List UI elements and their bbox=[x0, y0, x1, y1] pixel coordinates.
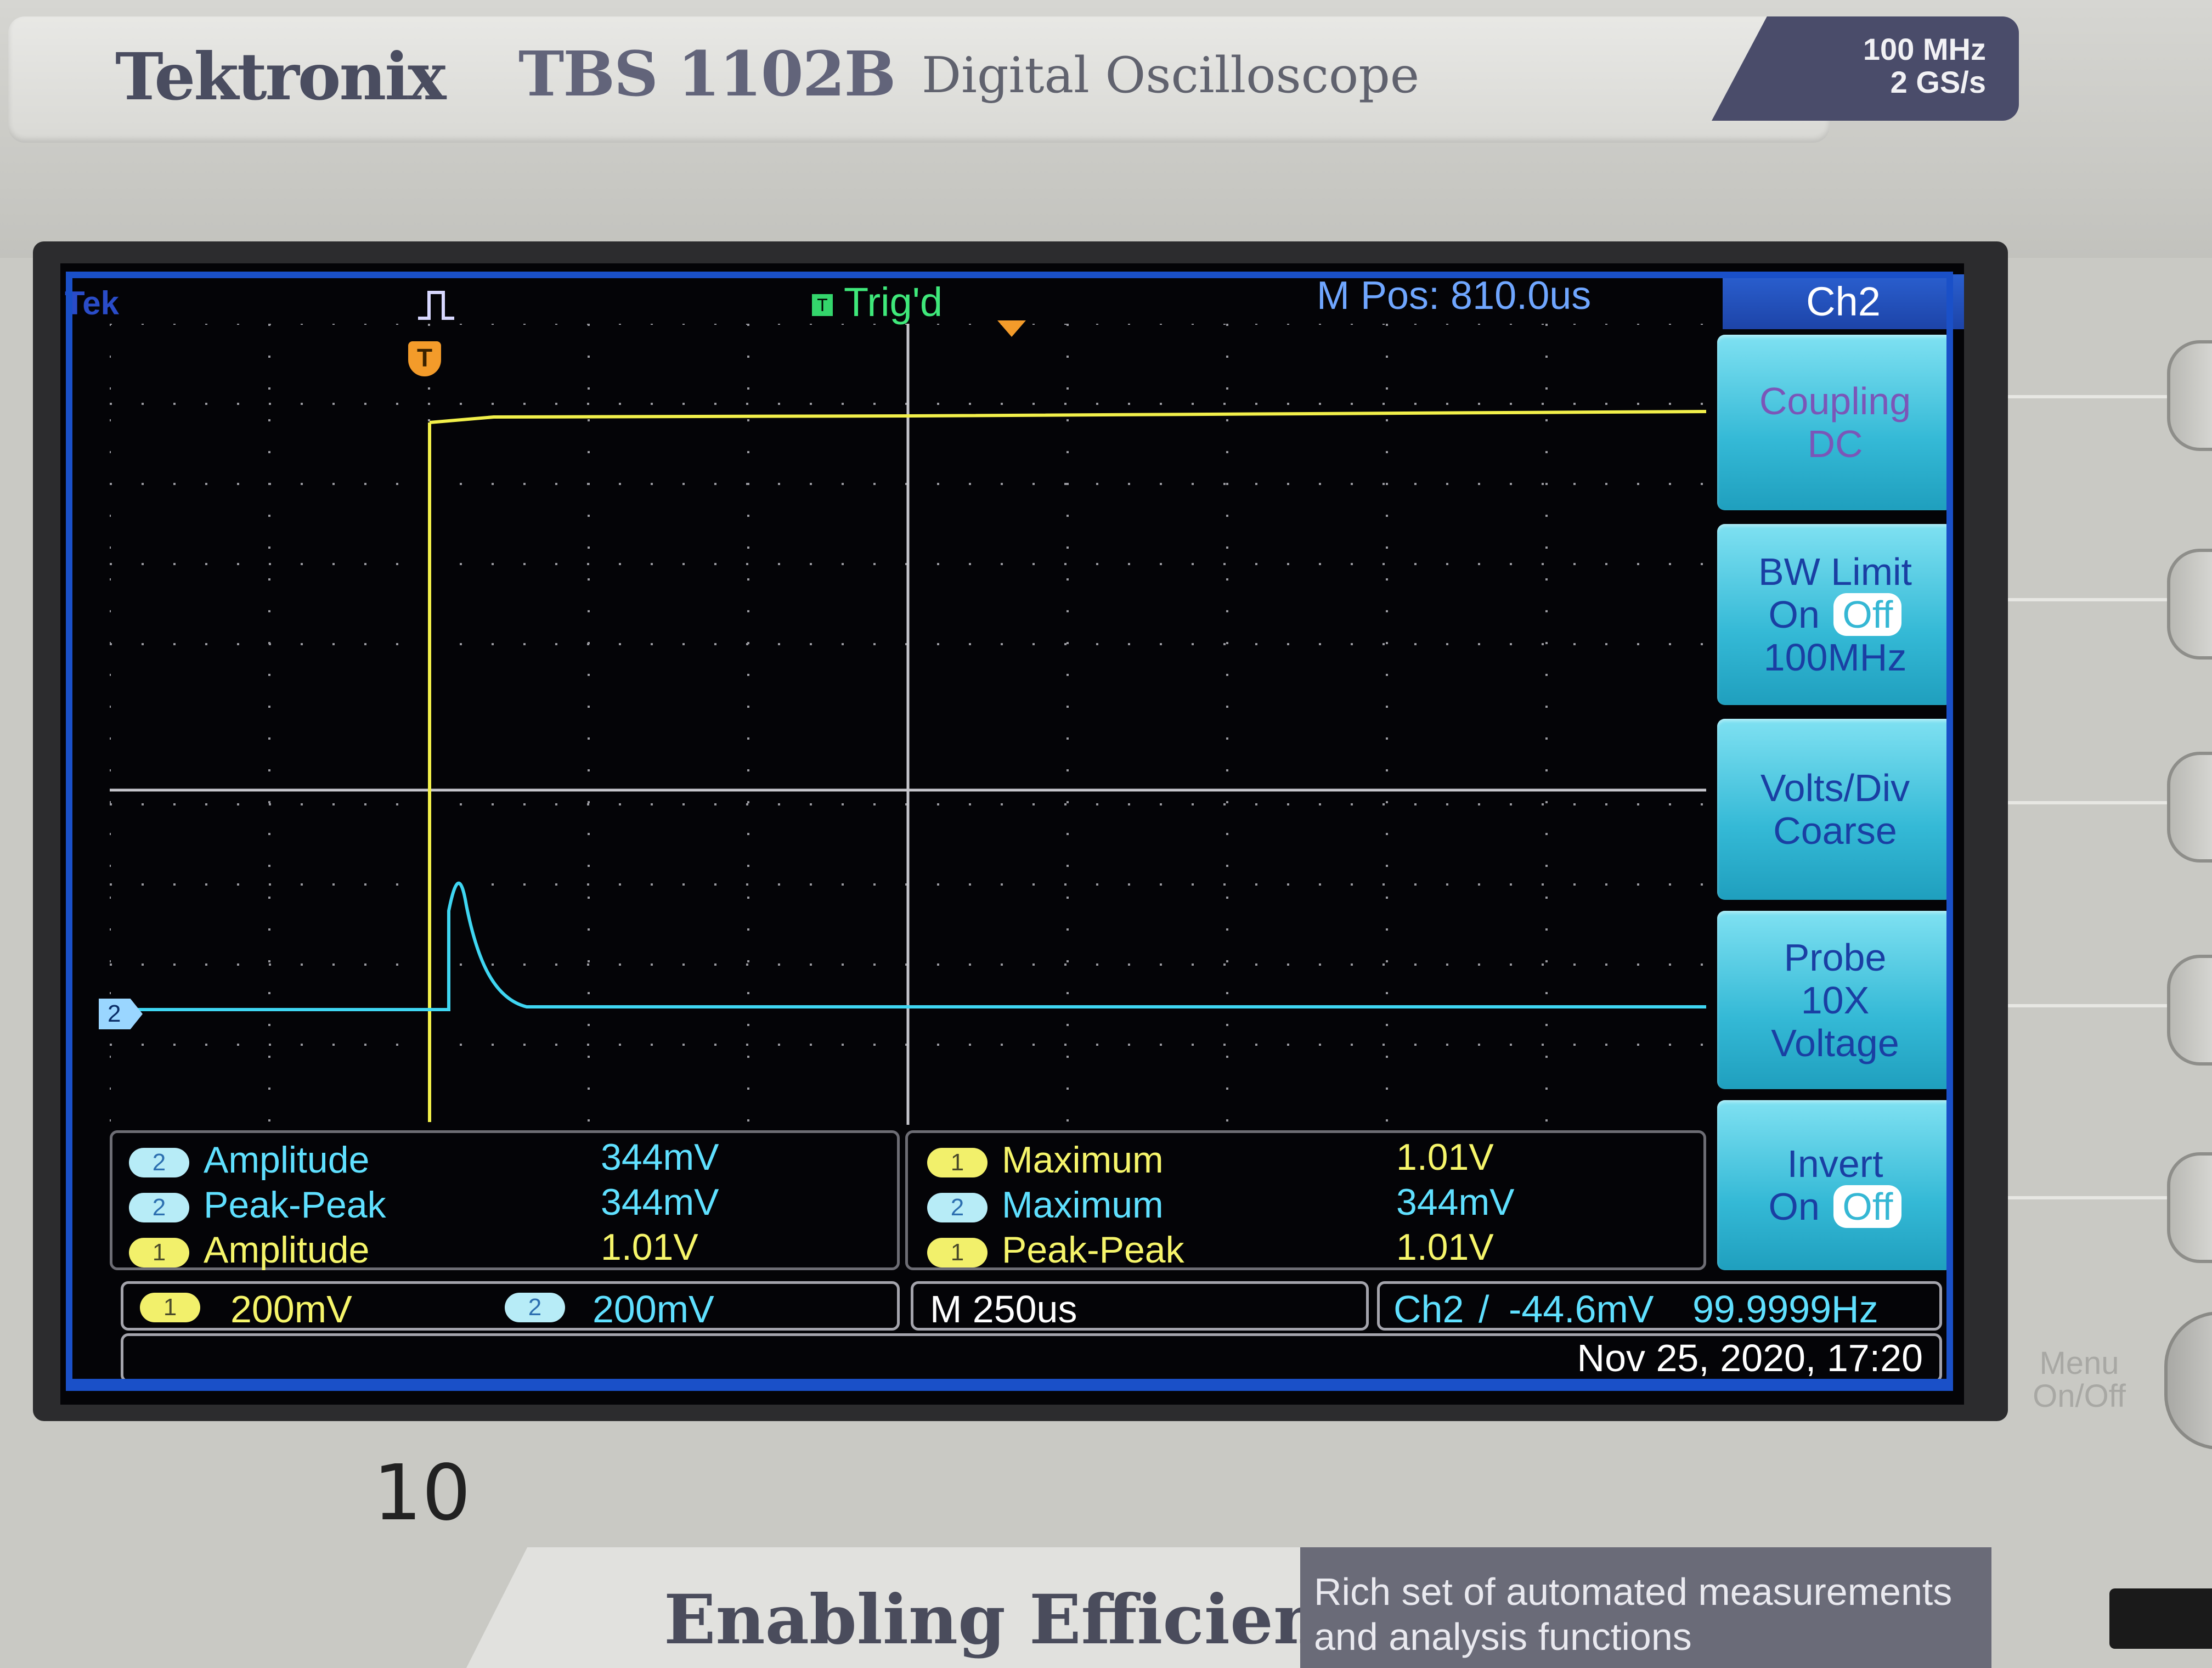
date-time: Nov 25, 2020, 17:20 bbox=[121, 1333, 1942, 1383]
bw-limit-freq: 100MHz bbox=[1763, 636, 1907, 679]
spec-sample-rate: 2 GS/s bbox=[1890, 65, 1986, 99]
pulse-trigger-icon bbox=[418, 291, 454, 320]
measurement-label: Amplitude bbox=[204, 1229, 370, 1271]
bw-limit-toggle: On Off bbox=[1717, 593, 1953, 636]
slogan-subtext: Rich set of automated measurements and a… bbox=[1314, 1570, 1953, 1658]
menu-title: Ch2 bbox=[1723, 274, 1964, 329]
measurement-value: 344mV bbox=[601, 1181, 719, 1223]
measurement-value: 1.01V bbox=[1396, 1136, 1494, 1178]
trigger-status-label: Trig'd bbox=[844, 279, 943, 325]
trigger-panel: Ch2 / -44.6mV 99.9999Hz bbox=[1377, 1281, 1942, 1331]
volts-div-label: Volts/Div bbox=[1760, 767, 1910, 809]
bw-limit-button[interactable]: BW Limit On Off 100MHz bbox=[1717, 524, 1953, 705]
ch1-scale-badge: 1 bbox=[140, 1293, 200, 1322]
timebase-panel: M 250us bbox=[911, 1281, 1369, 1331]
option-button-5[interactable] bbox=[2167, 1152, 2212, 1263]
channel-badge: 2 bbox=[129, 1193, 189, 1223]
measurement-row: 1 Amplitude bbox=[129, 1229, 369, 1271]
product-name: Digital Oscilloscope bbox=[922, 47, 1420, 104]
coupling-button[interactable]: Coupling DC bbox=[1717, 335, 1953, 510]
measurement-row: 2 Peak-Peak bbox=[129, 1184, 386, 1226]
menu-onoff-label: Menu On/Off bbox=[2024, 1347, 2134, 1413]
trigger-status: T Trig'd bbox=[812, 279, 943, 325]
frequency-readout: 99.9999Hz bbox=[1692, 1288, 1878, 1331]
rising-edge-icon: / bbox=[1479, 1288, 1489, 1331]
measurement-value: 344mV bbox=[601, 1136, 719, 1178]
probe-attenuation: 10X bbox=[1801, 978, 1870, 1022]
trigger-level: -44.6mV bbox=[1509, 1288, 1654, 1331]
measurement-label: Amplitude bbox=[204, 1139, 370, 1181]
trigger-status-badge: T bbox=[812, 294, 833, 317]
measurement-value: 1.01V bbox=[601, 1226, 698, 1268]
timebase-readout: M 250us bbox=[930, 1288, 1077, 1331]
channel-badge: 1 bbox=[927, 1238, 988, 1268]
spec-bandwidth: 100 MHz bbox=[1863, 32, 1986, 66]
volts-div-button[interactable]: Volts/Div Coarse bbox=[1717, 719, 1953, 900]
option-button-3[interactable] bbox=[2167, 752, 2212, 863]
option-button-2[interactable] bbox=[2167, 549, 2212, 660]
menu-onoff-line1: Menu bbox=[2039, 1345, 2119, 1381]
coupling-label: Coupling bbox=[1759, 380, 1911, 422]
brand-logo: Tektronix bbox=[115, 38, 446, 115]
probe-label: Probe bbox=[1784, 936, 1887, 979]
option-button-4[interactable] bbox=[2167, 955, 2212, 1066]
trigger-source: Ch2 bbox=[1393, 1288, 1464, 1331]
channel-badge: 1 bbox=[129, 1238, 189, 1268]
slogan: Enabling Efficiency bbox=[664, 1580, 1404, 1660]
measurement-label: Maximum bbox=[1002, 1139, 1164, 1181]
bw-limit-label: BW Limit bbox=[1758, 550, 1912, 593]
invert-on: On bbox=[1768, 1185, 1820, 1228]
measurement-label: Peak-Peak bbox=[204, 1184, 386, 1226]
volts-div-value: Coarse bbox=[1773, 809, 1897, 852]
trigger-position-marker bbox=[997, 320, 1026, 337]
tek-label: Tek bbox=[65, 285, 119, 322]
measurement-row: 1 Peak-Peak bbox=[927, 1229, 1184, 1271]
channel-badge: 2 bbox=[927, 1193, 988, 1223]
measurement-value: 1.01V bbox=[1396, 1226, 1494, 1268]
menu-onoff-button[interactable] bbox=[2164, 1311, 2212, 1450]
bw-limit-on: On bbox=[1768, 593, 1820, 636]
measurement-label: Peak-Peak bbox=[1002, 1229, 1184, 1271]
bw-limit-off-selected: Off bbox=[1833, 593, 1902, 636]
graticule bbox=[110, 324, 1706, 1125]
trigger-time-marker-label: T bbox=[416, 343, 433, 372]
measurement-value: 344mV bbox=[1396, 1181, 1515, 1223]
option-button-1[interactable] bbox=[2167, 340, 2212, 451]
horizontal-position-readout: M Pos: 810.0us bbox=[1317, 274, 1592, 318]
measurement-label: Maximum bbox=[1002, 1184, 1164, 1226]
ch2-scale: 200mV bbox=[592, 1288, 714, 1331]
invert-button[interactable]: Invert On Off bbox=[1717, 1100, 1953, 1270]
trigger-time-marker: T bbox=[408, 341, 441, 376]
invert-toggle: On Off bbox=[1717, 1185, 1953, 1228]
ch2-ground-marker-label: 2 bbox=[108, 1000, 121, 1027]
ch1-scale: 200mV bbox=[230, 1288, 352, 1331]
channel-scale-panel: 1 200mV 2 200mV bbox=[121, 1281, 900, 1331]
channel-badge: 1 bbox=[927, 1148, 988, 1178]
measurements-right-panel: 1 Maximum 1.01V 2 Maximum 344mV 1 Peak-Peak… bbox=[905, 1130, 1706, 1271]
probe-button[interactable]: Probe 10X Voltage bbox=[1717, 911, 1953, 1089]
usb-port bbox=[2109, 1588, 2212, 1649]
channel-badge: 2 bbox=[129, 1148, 189, 1178]
invert-label: Invert bbox=[1787, 1142, 1883, 1185]
measurements-left-panel: 2 Amplitude 344mV 2 Peak-Peak 344mV 1 Ampli… bbox=[110, 1130, 900, 1271]
measurement-row: 2 Amplitude bbox=[129, 1139, 369, 1181]
coupling-value: DC bbox=[1807, 422, 1863, 465]
asset-number-sticker: 10 bbox=[373, 1449, 471, 1538]
menu-onoff-line2: On/Off bbox=[2033, 1378, 2126, 1414]
invert-off-selected: Off bbox=[1833, 1185, 1902, 1228]
measurement-row: 1 Maximum bbox=[927, 1139, 1164, 1181]
model-name: TBS 1102B bbox=[518, 38, 896, 110]
ch2-scale-badge: 2 bbox=[505, 1293, 565, 1322]
measurement-row: 2 Maximum bbox=[927, 1184, 1164, 1226]
probe-type: Voltage bbox=[1771, 1021, 1899, 1064]
grid-lines bbox=[110, 324, 1706, 1125]
